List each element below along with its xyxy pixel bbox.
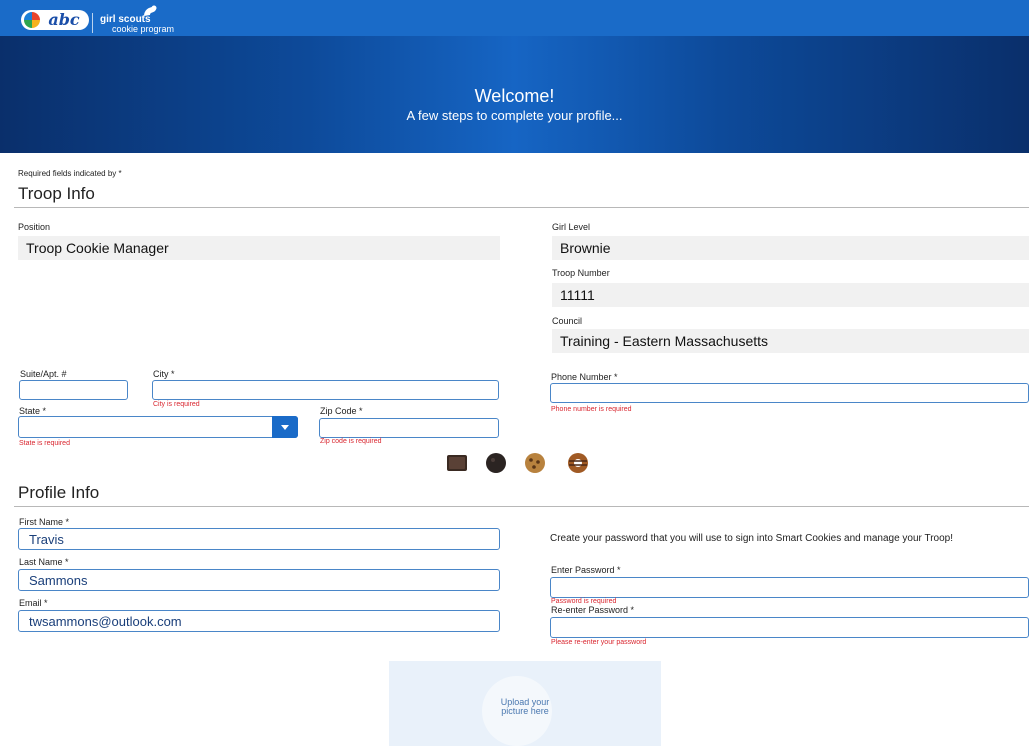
position-label: Position [18, 222, 51, 232]
troop-number-field: 11111 [552, 283, 1029, 307]
council-field: Training - Eastern Massachusetts [552, 329, 1029, 353]
girl-level-field: Brownie [552, 236, 1029, 260]
chip-cookie-icon [525, 453, 545, 473]
zip-label: Zip Code * [320, 406, 363, 416]
first-name-input[interactable] [18, 528, 500, 550]
brand-subtitle: cookie program [112, 24, 175, 34]
state-label: State * [19, 406, 47, 416]
abc-logo-text: abc [48, 10, 80, 29]
last-name-input[interactable] [18, 569, 500, 591]
city-input[interactable] [152, 380, 499, 400]
phone-label: Phone Number * [551, 372, 618, 382]
abc-logo-icon [24, 12, 40, 28]
troop-info-title: Troop Info [18, 184, 95, 203]
troop-info-divider [14, 207, 1029, 208]
profile-info-divider [14, 506, 1029, 507]
logo-divider [92, 13, 93, 33]
phone-error: Phone number is required [551, 406, 632, 413]
hero-subtitle: A few steps to complete your profile... [406, 108, 623, 123]
reenter-password-input[interactable] [550, 617, 1029, 638]
zip-error: Zip code is required [320, 438, 382, 445]
hero-title: Welcome! [474, 86, 555, 106]
suite-label: Suite/Apt. # [20, 369, 67, 379]
state-select[interactable] [18, 416, 298, 438]
city-label: City * [153, 369, 175, 379]
state-error: State is required [19, 440, 70, 447]
abc-logo[interactable]: abc [21, 10, 89, 30]
trefoil-icon [144, 5, 157, 16]
top-bar: abc girl scouts cookie program [0, 0, 1029, 36]
upload-picture-area[interactable]: Upload your picture here [389, 661, 661, 746]
email-label: Email * [19, 598, 48, 608]
zip-input[interactable] [319, 418, 499, 438]
chocolate-cookie-icon [486, 453, 506, 473]
password-label: Enter Password * [551, 565, 621, 575]
password-input[interactable] [550, 577, 1029, 598]
city-error: City is required [153, 401, 200, 408]
girl-level-label: Girl Level [552, 222, 591, 232]
state-select-button[interactable] [272, 416, 298, 438]
position-field: Troop Cookie Manager [18, 236, 500, 260]
phone-input[interactable] [550, 383, 1029, 403]
troop-number-label: Troop Number [552, 268, 610, 278]
welcome-hero: Welcome! A few steps to complete your pr… [0, 36, 1029, 153]
reenter-password-label: Re-enter Password * [551, 605, 635, 615]
first-name-label: First Name * [19, 517, 70, 527]
brownie-cookie-icon [447, 455, 467, 471]
council-label: Council [552, 316, 583, 326]
suite-input[interactable] [19, 380, 128, 400]
profile-info-title: Profile Info [18, 483, 100, 502]
upload-text: Upload your picture here [500, 697, 550, 716]
chevron-down-icon [281, 425, 289, 430]
email-input[interactable] [18, 610, 500, 632]
reenter-password-error: Please re-enter your password [551, 639, 647, 646]
last-name-label: Last Name * [19, 557, 69, 567]
required-note: Required fields indicated by * [18, 169, 122, 178]
caramel-ring-cookie-icon [568, 453, 588, 473]
password-helper-text: Create your password that you will use t… [550, 533, 953, 544]
